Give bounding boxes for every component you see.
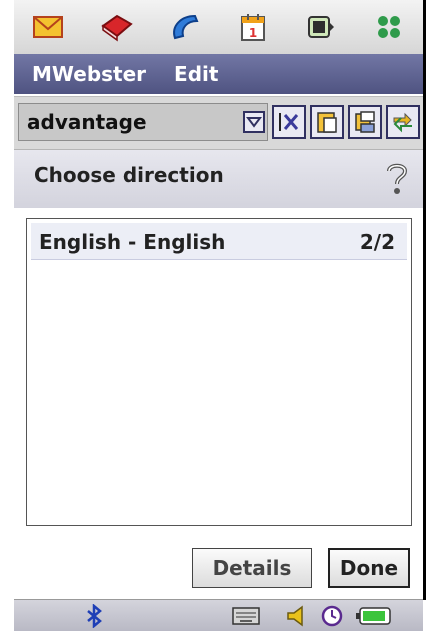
apps-grid-icon[interactable] xyxy=(371,9,407,45)
swap-icon[interactable] xyxy=(386,105,420,139)
paste-icon[interactable] xyxy=(310,105,344,139)
details-button[interactable]: Details xyxy=(192,548,312,588)
list-item[interactable]: English - English 2/2 xyxy=(31,223,407,260)
svg-text:1: 1 xyxy=(248,26,256,40)
direction-name: English - English xyxy=(39,230,226,254)
status-bar xyxy=(14,599,423,631)
dialog-header: Choose direction xyxy=(14,150,423,208)
dropdown-icon[interactable] xyxy=(242,109,266,135)
search-input[interactable] xyxy=(18,103,268,141)
keyboard-icon[interactable] xyxy=(232,604,260,628)
dialog-title: Choose direction xyxy=(34,163,224,187)
menu-edit[interactable]: Edit xyxy=(174,62,218,86)
mail-icon[interactable] xyxy=(30,9,66,45)
app-window: 1 MWebster Edit Choose direction xyxy=(14,0,423,631)
direction-count: 2/2 xyxy=(359,230,395,254)
bluetooth-icon xyxy=(87,604,102,628)
search-toolbar xyxy=(14,96,423,150)
volume-icon[interactable] xyxy=(286,604,306,628)
done-button[interactable]: Done xyxy=(328,548,410,588)
screen-edge xyxy=(423,0,426,600)
menu-bar: MWebster Edit xyxy=(14,54,423,94)
calendar-icon[interactable]: 1 xyxy=(235,9,271,45)
help-icon[interactable] xyxy=(383,160,411,196)
dictionary-book-icon[interactable] xyxy=(98,9,134,45)
clear-text-icon[interactable] xyxy=(272,105,306,139)
media-icon[interactable] xyxy=(303,9,339,45)
phone-icon[interactable] xyxy=(166,9,202,45)
top-icon-bar: 1 xyxy=(14,0,423,54)
direction-list: English - English 2/2 xyxy=(26,218,412,526)
menu-mwebster[interactable]: MWebster xyxy=(32,62,146,86)
clock-icon[interactable] xyxy=(320,604,344,628)
copy-icon[interactable] xyxy=(348,105,382,139)
battery-icon xyxy=(356,607,391,625)
